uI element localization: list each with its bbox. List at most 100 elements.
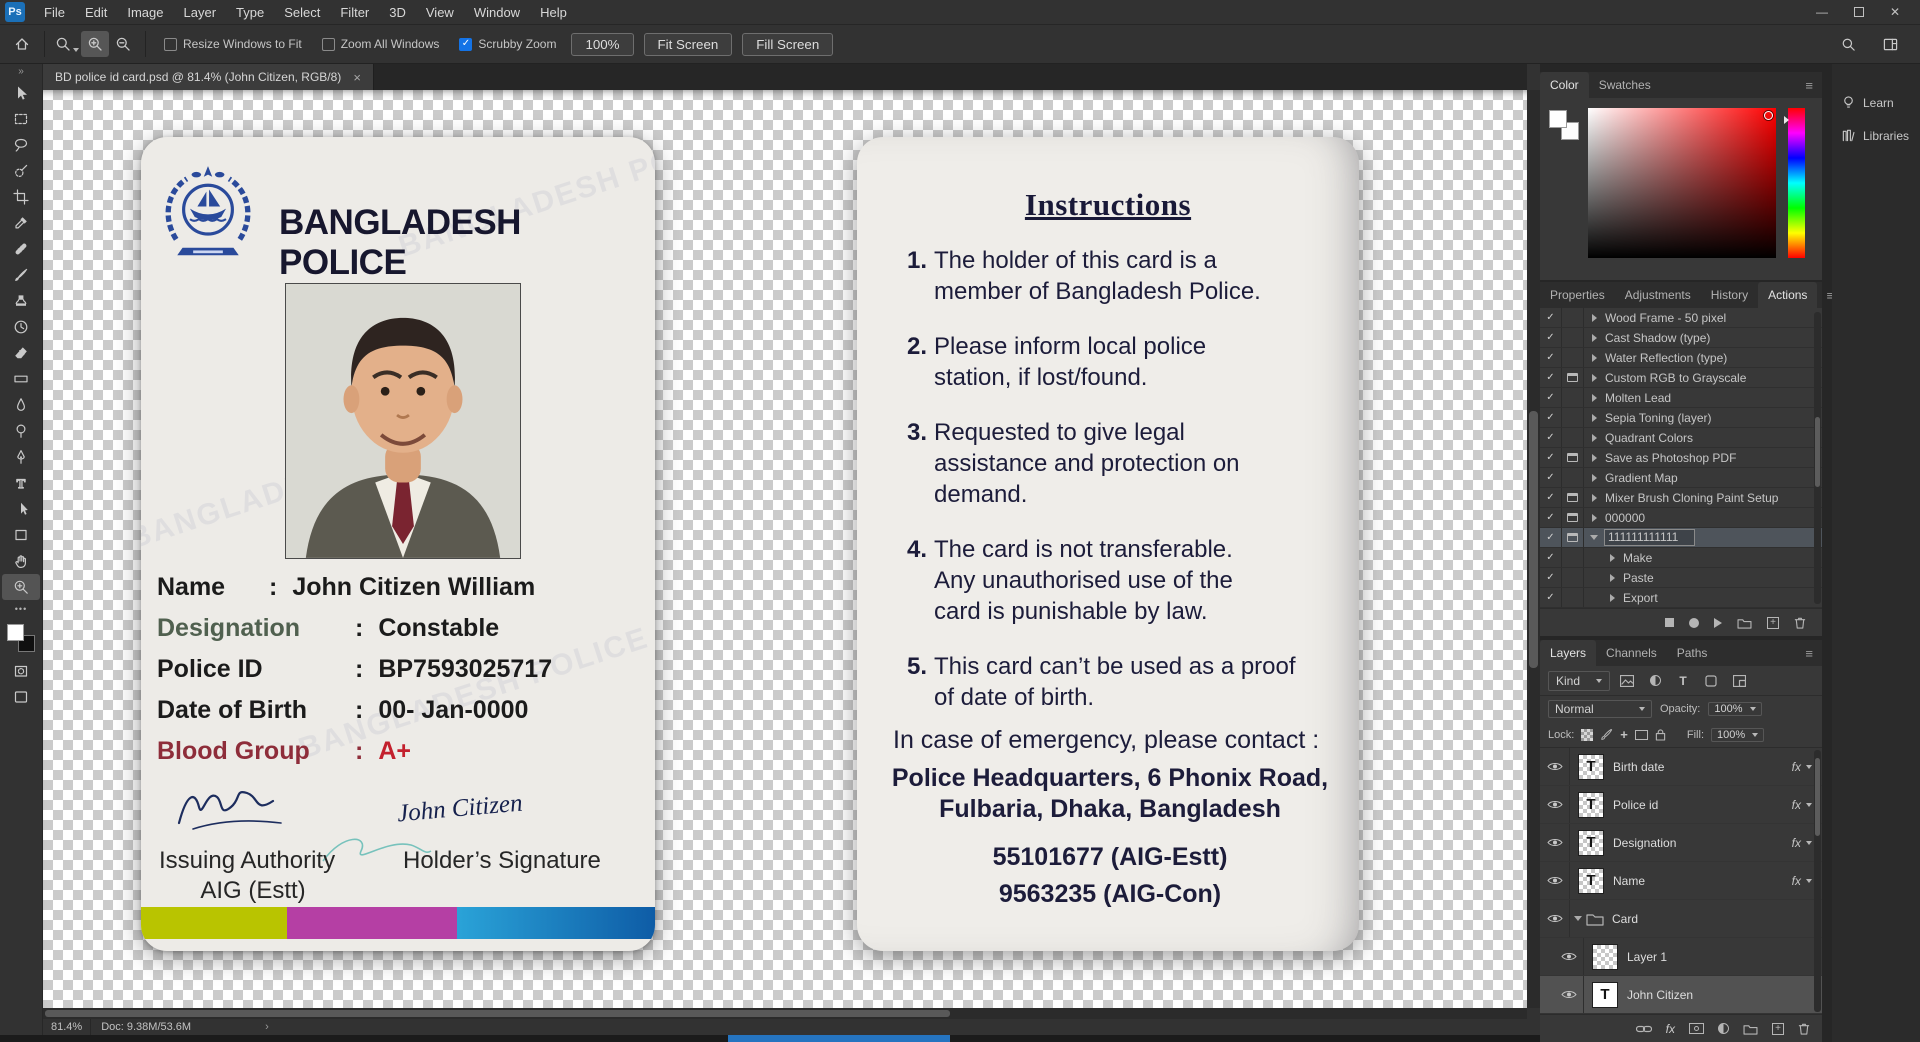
toggle-item-check-icon[interactable]: ✓ — [1540, 488, 1562, 507]
type-filter-icon[interactable]: T — [1672, 671, 1694, 691]
vertical-scrollbar-thumb[interactable] — [1529, 411, 1538, 668]
layer-row[interactable]: Layer 1 — [1540, 938, 1822, 976]
opacity-dropdown[interactable]: 100% — [1708, 702, 1761, 716]
actions-scrollbar[interactable] — [1814, 312, 1821, 604]
type-tool[interactable]: T — [2, 470, 40, 496]
new-group-icon[interactable] — [1743, 1023, 1758, 1035]
color-swatches-widget[interactable] — [7, 624, 35, 652]
pixel-filter-icon[interactable] — [1616, 671, 1638, 691]
action-row[interactable]: ✓ Molten Lead — [1540, 388, 1822, 408]
layer-name[interactable]: John Citizen — [1627, 988, 1693, 1002]
zoom-all-windows-checkbox[interactable]: Zoom All Windows — [322, 37, 440, 51]
disclosure-triangle-icon[interactable] — [1584, 474, 1604, 482]
screen-mode-icon[interactable] — [2, 684, 40, 710]
tab-actions[interactable]: Actions — [1758, 282, 1817, 308]
horizontal-scrollbar[interactable] — [43, 1008, 1527, 1019]
photoshop-logo[interactable]: Ps — [5, 2, 25, 22]
disclosure-triangle-icon[interactable] — [1584, 454, 1604, 462]
disclosure-triangle-icon[interactable] — [1584, 374, 1604, 382]
dialog-toggle[interactable] — [1562, 348, 1584, 367]
smart-object-filter-icon[interactable] — [1728, 671, 1750, 691]
delete-icon[interactable] — [1794, 616, 1806, 629]
visibility-eye-icon[interactable] — [1540, 862, 1570, 899]
action-row[interactable]: ✓ Gradient Map — [1540, 468, 1822, 488]
disclosure-triangle-icon[interactable] — [1584, 334, 1604, 342]
move-tool[interactable] — [2, 80, 40, 106]
action-row[interactable]: ✓ Wood Frame - 50 pixel — [1540, 308, 1822, 328]
clone-stamp-tool[interactable] — [2, 288, 40, 314]
dialog-toggle[interactable] — [1562, 328, 1584, 347]
disclosure-triangle-icon[interactable] — [1584, 494, 1604, 502]
blend-mode-dropdown[interactable]: Normal — [1548, 700, 1652, 718]
horizontal-scrollbar-thumb[interactable] — [45, 1010, 950, 1017]
pixel-layer-thumbnail[interactable] — [1592, 944, 1618, 970]
scrubby-zoom-checkbox[interactable]: ✓ Scrubby Zoom — [459, 37, 556, 51]
resize-windows-checkbox[interactable]: Resize Windows to Fit — [164, 37, 302, 51]
dialog-toggle[interactable] — [1562, 588, 1584, 607]
tab-properties[interactable]: Properties — [1540, 282, 1615, 308]
new-set-icon[interactable] — [1737, 617, 1752, 629]
checkbox-checked-icon[interactable]: ✓ — [459, 38, 472, 51]
lock-paint-icon[interactable] — [1600, 728, 1613, 741]
text-layer-thumbnail[interactable]: T — [1578, 754, 1604, 780]
toggle-item-check-icon[interactable]: ✓ — [1540, 588, 1562, 607]
menu-help[interactable]: Help — [530, 0, 577, 24]
layer-name[interactable]: Designation — [1613, 836, 1676, 850]
toolbar-expand-icon[interactable]: » — [18, 66, 24, 80]
disclosure-triangle-icon[interactable] — [1602, 574, 1622, 582]
minimize-icon[interactable]: — — [1816, 5, 1828, 19]
new-action-icon[interactable]: + — [1767, 617, 1779, 629]
visibility-eye-icon[interactable] — [1540, 824, 1570, 861]
dialog-toggle[interactable] — [1562, 368, 1584, 387]
lock-artboard-icon[interactable] — [1635, 730, 1648, 740]
gradient-tool[interactable] — [2, 366, 40, 392]
dodge-tool[interactable] — [2, 418, 40, 444]
visibility-eye-icon[interactable] — [1540, 786, 1570, 823]
link-layers-icon[interactable] — [1636, 1024, 1652, 1034]
tab-layers[interactable]: Layers — [1540, 640, 1596, 666]
group-expand-icon[interactable] — [1570, 916, 1586, 921]
toggle-item-check-icon[interactable]: ✓ — [1540, 508, 1562, 527]
hue-slider-marker[interactable] — [1784, 116, 1789, 124]
action-step-row[interactable]: ✓ Paste — [1540, 568, 1822, 588]
disclosure-triangle-icon[interactable] — [1602, 554, 1622, 562]
dialog-toggle[interactable] — [1562, 468, 1584, 487]
record-icon[interactable] — [1689, 618, 1699, 628]
zoom-tool-icon[interactable] — [53, 31, 81, 57]
toggle-item-check-icon[interactable]: ✓ — [1540, 428, 1562, 447]
layer-row-selected[interactable]: T John Citizen — [1540, 976, 1822, 1014]
disclosure-triangle-icon[interactable] — [1584, 535, 1604, 540]
checkbox-icon[interactable] — [322, 38, 335, 51]
visibility-eye-icon[interactable] — [1554, 976, 1584, 1013]
layer-group-row[interactable]: Card — [1540, 900, 1822, 938]
spot-healing-brush-tool[interactable] — [2, 236, 40, 262]
text-layer-thumbnail[interactable]: T — [1578, 830, 1604, 856]
menu-select[interactable]: Select — [274, 0, 330, 24]
dialog-toggle[interactable] — [1562, 528, 1584, 547]
marquee-tool[interactable] — [2, 106, 40, 132]
layer-style-icon[interactable]: fx — [1666, 1022, 1675, 1036]
dialog-toggle[interactable] — [1562, 388, 1584, 407]
tab-color[interactable]: Color — [1540, 72, 1589, 98]
layer-row[interactable]: T Birth date fx — [1540, 748, 1822, 786]
fg-bg-swatches[interactable] — [1549, 110, 1579, 140]
action-row[interactable]: ✓ Water Reflection (type) — [1540, 348, 1822, 368]
dialog-toggle[interactable] — [1562, 408, 1584, 427]
toggle-item-check-icon[interactable]: ✓ — [1540, 568, 1562, 587]
document-tab[interactable]: BD police id card.psd @ 81.4% (John Citi… — [43, 64, 374, 90]
lasso-tool[interactable] — [2, 132, 40, 158]
menu-filter[interactable]: Filter — [330, 0, 379, 24]
toggle-item-check-icon[interactable]: ✓ — [1540, 468, 1562, 487]
zoom-level-field[interactable]: 81.4% — [43, 1019, 91, 1035]
tab-history[interactable]: History — [1701, 282, 1758, 308]
crop-tool[interactable] — [2, 184, 40, 210]
action-row[interactable]: ✓ Custom RGB to Grayscale — [1540, 368, 1822, 388]
action-step-row[interactable]: ✓ Make — [1540, 548, 1822, 568]
disclosure-triangle-icon[interactable] — [1584, 434, 1604, 442]
layer-name[interactable]: Layer 1 — [1627, 950, 1667, 964]
layer-name[interactable]: Name — [1613, 874, 1645, 888]
dialog-toggle[interactable] — [1562, 548, 1584, 567]
fit-screen-button[interactable]: Fit Screen — [644, 33, 733, 56]
maximize-icon[interactable] — [1854, 7, 1864, 17]
action-row[interactable]: ✓ Cast Shadow (type) — [1540, 328, 1822, 348]
